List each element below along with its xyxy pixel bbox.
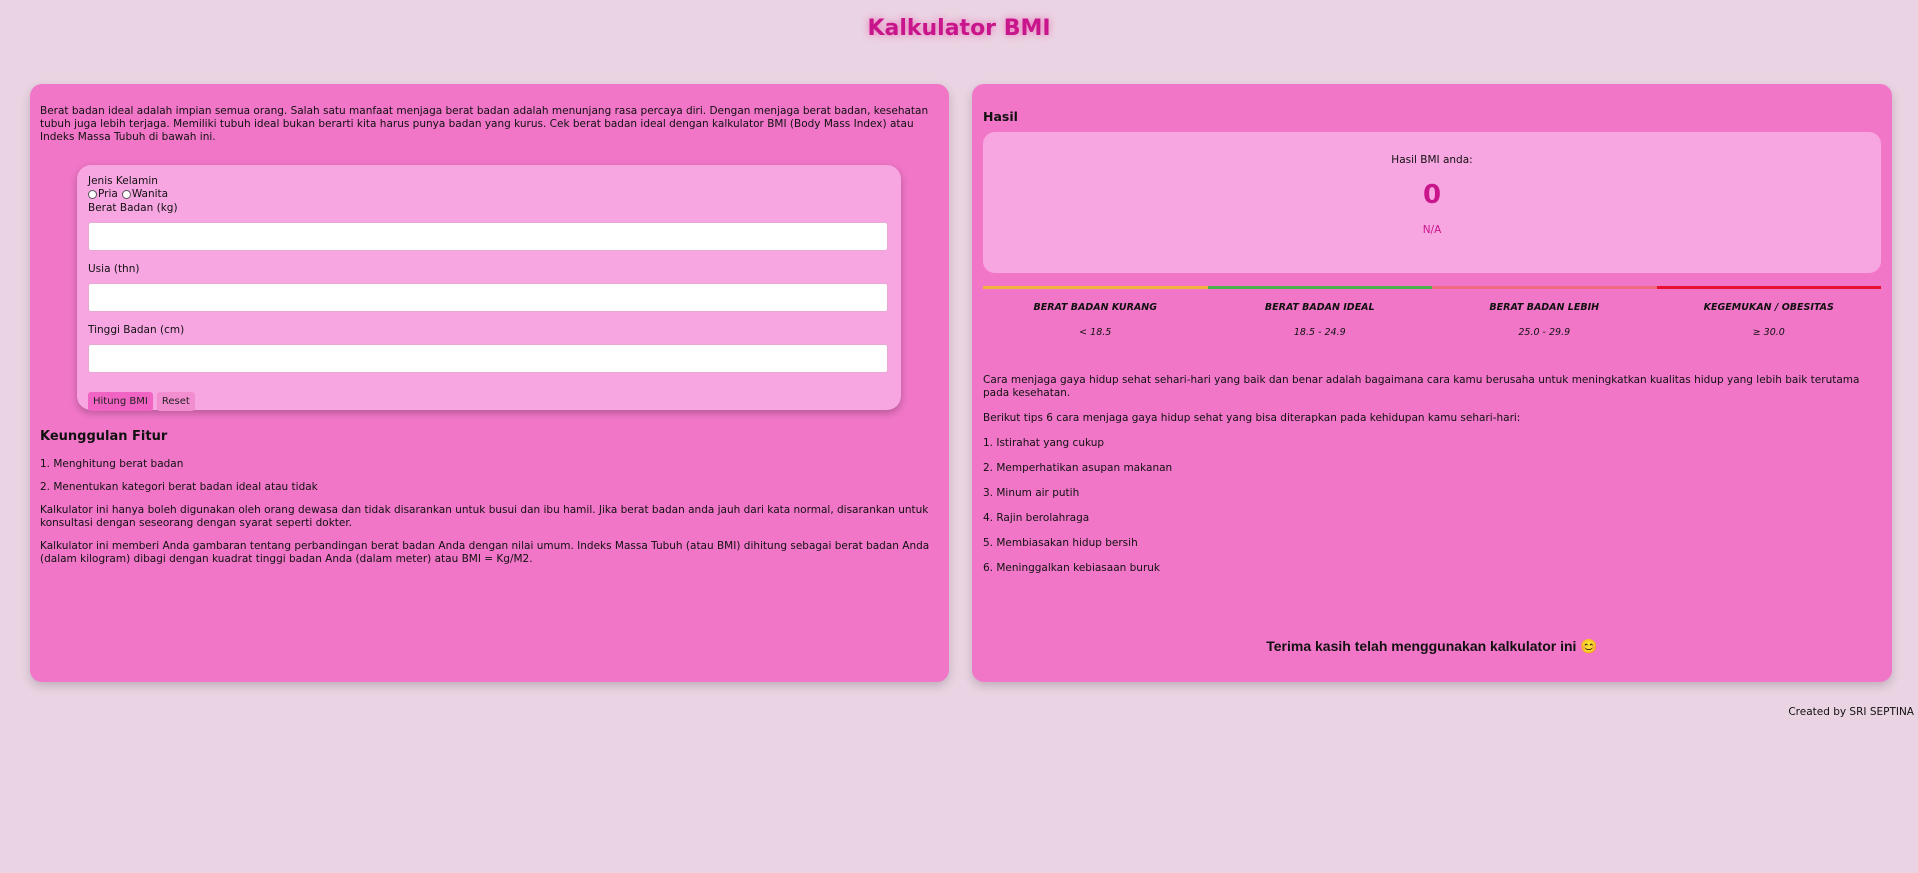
tips-lead: Berikut tips 6 cara menjaga gaya hidup s…	[983, 412, 1521, 424]
usage-note: Kalkulator ini hanya boleh digunakan ole…	[40, 504, 929, 529]
tip-item: 6. Meninggalkan kebiasaan buruk	[983, 562, 1160, 574]
feature-item-1: 1. Menghitung berat badan	[40, 458, 184, 470]
reset-button[interactable]: Reset	[156, 392, 195, 411]
bmi-category: N/A	[1422, 224, 1442, 236]
result-title: Hasil	[983, 109, 1018, 124]
features-title: Keunggulan Fitur	[40, 429, 168, 444]
tips-intro: Cara menjaga gaya hidup sehat sehari-har…	[983, 374, 1860, 399]
feature-item-2: 2. Menentukan kategori berat badan ideal…	[40, 481, 318, 493]
scale-range-underweight: < 18.5	[1079, 327, 1112, 338]
scale-bar-underweight	[983, 286, 1208, 289]
radio-pria[interactable]	[88, 190, 97, 199]
scale-overweight: BERAT BADAN LEBIH 25.0 - 29.9	[1432, 286, 1657, 338]
height-label: Tinggi Badan (cm)	[88, 324, 185, 336]
age-input[interactable]	[88, 283, 888, 312]
scale-range-ideal: 18.5 - 24.9	[1293, 327, 1346, 338]
bmi-form: Jenis Kelamin Pria Wanita Berat Badan (k…	[77, 165, 901, 411]
bmi-scale: BERAT BADAN KURANG < 18.5 BERAT BADAN ID…	[983, 286, 1881, 338]
intro-text: Berat badan ideal adalah impian semua or…	[40, 105, 929, 143]
tip-item: 5. Membiasakan hidup bersih	[983, 537, 1138, 549]
calculator-card: Berat badan ideal adalah impian semua or…	[30, 84, 949, 682]
result-box: Hasil BMI anda: 0 N/A	[983, 132, 1881, 273]
scale-bar-ideal	[1207, 286, 1432, 289]
page-title: Kalkulator BMI	[867, 16, 1051, 41]
gender-option-pria-label: Pria	[98, 188, 118, 200]
scale-name-obese: KEGEMUKAN / OBESITAS	[1703, 302, 1834, 313]
weight-input[interactable]	[88, 222, 888, 251]
scale-bar-overweight	[1432, 286, 1657, 289]
bmi-formula-note: Kalkulator ini memberi Anda gambaran ten…	[40, 540, 930, 565]
weight-label: Berat Badan (kg)	[88, 202, 178, 214]
gender-radio-group: Pria Wanita	[88, 188, 890, 201]
tip-item: 1. Istirahat yang cukup	[983, 437, 1105, 449]
gender-option-wanita-label: Wanita	[131, 188, 169, 200]
tip-item: 2. Memperhatikan asupan makanan	[983, 462, 1173, 474]
scale-range-obese: ≥ 30.0	[1752, 327, 1785, 338]
result-label: Hasil BMI anda:	[1391, 154, 1473, 166]
tip-item: 4. Rajin berolahraga	[983, 512, 1090, 524]
calculate-bmi-button[interactable]: Hitung BMI	[88, 392, 153, 411]
tip-item: 3. Minum air putih	[983, 487, 1080, 499]
result-card: Hasil Hasil BMI anda: 0 N/A BERAT BADAN …	[972, 84, 1892, 682]
scale-bar-obese	[1656, 286, 1881, 289]
scale-name-underweight: BERAT BADAN KURANG	[1033, 302, 1158, 313]
gender-label: Jenis Kelamin	[88, 175, 158, 187]
scale-ideal: BERAT BADAN IDEAL 18.5 - 24.9	[1207, 286, 1432, 338]
footer-credit: Created by SRI SEPTINA	[1788, 706, 1914, 718]
form-buttons: Hitung BMI Reset	[88, 392, 890, 411]
scale-obese: KEGEMUKAN / OBESITAS ≥ 30.0	[1656, 286, 1881, 338]
radio-wanita[interactable]	[121, 190, 131, 199]
thank-you-message: Terima kasih telah menggunakan kalkulato…	[1266, 638, 1598, 654]
height-input[interactable]	[88, 344, 888, 373]
age-label: Usia (thn)	[88, 263, 140, 275]
health-tips: Cara menjaga gaya hidup sehat sehari-har…	[983, 374, 1881, 575]
scale-name-ideal: BERAT BADAN IDEAL	[1264, 302, 1375, 313]
scale-name-overweight: BERAT BADAN LEBIH	[1489, 302, 1600, 313]
scale-underweight: BERAT BADAN KURANG < 18.5	[983, 286, 1208, 338]
scale-range-overweight: 25.0 - 29.9	[1518, 327, 1571, 338]
bmi-value: 0	[1422, 180, 1442, 210]
gender-option-wanita[interactable]: Wanita	[121, 188, 169, 201]
gender-option-pria[interactable]: Pria	[88, 188, 118, 201]
